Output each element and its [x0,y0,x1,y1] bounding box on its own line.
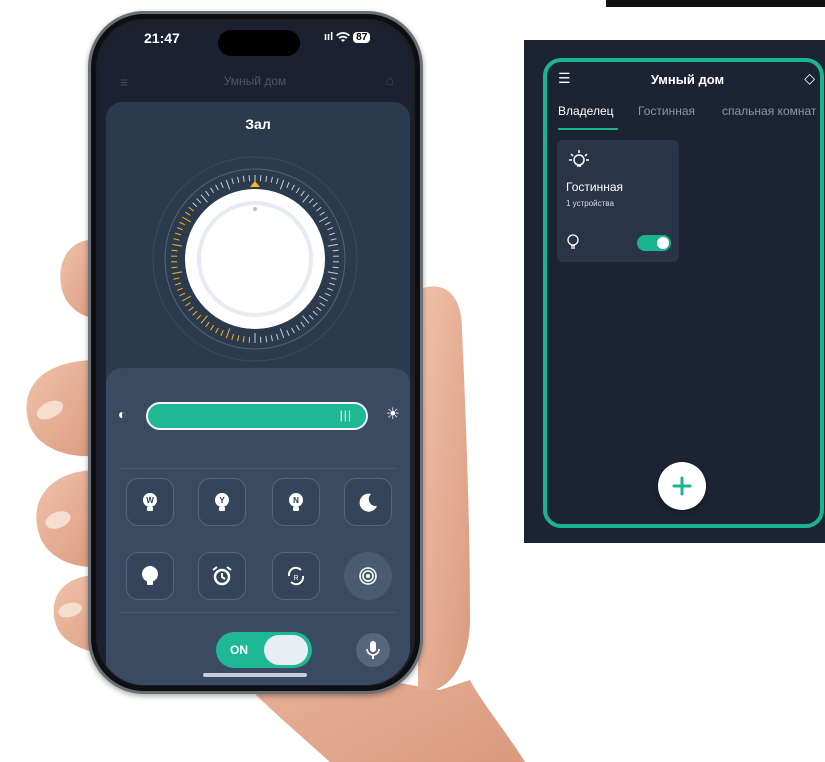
status-icons: ııl 87 [324,31,371,43]
switch-knob [657,237,669,249]
background-title: Умный дом [223,74,287,88]
wifi-icon [336,31,351,42]
night-mode-button[interactable] [344,478,392,526]
room-card[interactable]: Гостинная 1 устройства [557,140,679,262]
control-panel: ◐ ||| ☀ W Y N R ON [106,368,410,685]
signal-icon: ııl [324,31,334,43]
bulb-y-icon: Y [215,493,229,511]
rotate-mode-button[interactable]: R [272,552,320,600]
bulb-w-icon: W [143,493,157,511]
status-bar: 21:47 ııl 87 [98,22,412,62]
plus-icon [672,476,692,496]
app-title: Умный дом [650,72,725,87]
tab-living-room[interactable]: Гостинная [638,104,695,118]
lightbulb-icon [569,150,589,167]
rotate-r-icon: R [287,566,305,586]
alarm-icon [212,566,232,586]
fingerprint-button[interactable] [344,552,392,600]
bulb-outline-icon [567,234,579,249]
toggle-knob[interactable] [264,635,308,665]
zone-title: Зал [245,116,271,132]
alarm-button[interactable] [198,552,246,600]
tab-owner[interactable]: Владелец [558,104,614,118]
background-header: ≡ Умный дом ⌂ [98,62,412,102]
bluetooth-fingerprint-icon [359,567,377,585]
yellow-light-button[interactable]: Y [198,478,246,526]
contrast-icon: ◐ [118,406,127,422]
brightness-slider-row: ◐ ||| ☀ [106,398,410,434]
power-toggle-label: ON [230,643,248,657]
home-indicator[interactable] [203,673,307,677]
device-count: 1 устройства [566,199,614,208]
sun-icon: ☀ [385,406,400,423]
add-room-button[interactable] [658,462,706,510]
brightness-dial[interactable] [150,154,360,364]
svg-text:R: R [293,575,298,582]
room-tabs: Владелец Гостинная спальная комнат [558,104,823,132]
bulb-n-icon: N [289,493,303,511]
moon-icon [359,493,377,512]
battery-icon: 87 [353,31,371,43]
logo-fragment [606,0,825,7]
svg-text:W: W [146,496,154,505]
tab-bedroom[interactable]: спальная комнат [722,104,816,118]
brightness-slider[interactable]: ||| [146,402,368,430]
svg-text:N: N [293,496,299,505]
phone-screen: 21:47 ııl 87 ≡ Умный дом ⌂ Зал ◐ ||| ☀ W [98,22,412,685]
room-name: Гостинная [566,180,623,194]
divider [120,468,396,469]
svg-text:Y: Y [219,496,225,505]
dynamic-island [218,30,300,56]
room-power-switch[interactable] [637,235,671,251]
slider-grip-icon[interactable]: ||| [340,408,352,422]
neutral-light-button[interactable]: N [272,478,320,526]
divider [120,612,396,613]
microphone-icon [366,641,380,659]
status-time: 21:47 [144,30,180,46]
eraser-icon[interactable]: ◇ [804,70,815,87]
active-tab-indicator [558,128,618,130]
bulb-button[interactable] [126,552,174,600]
home-icon: ⌂ [385,72,394,88]
warm-light-button[interactable]: W [126,478,174,526]
bulb-icon [142,566,158,585]
app-header: ☰ Умный дом ◇ [550,68,825,92]
power-toggle[interactable]: ON [216,632,312,668]
microphone-button[interactable] [356,633,390,667]
